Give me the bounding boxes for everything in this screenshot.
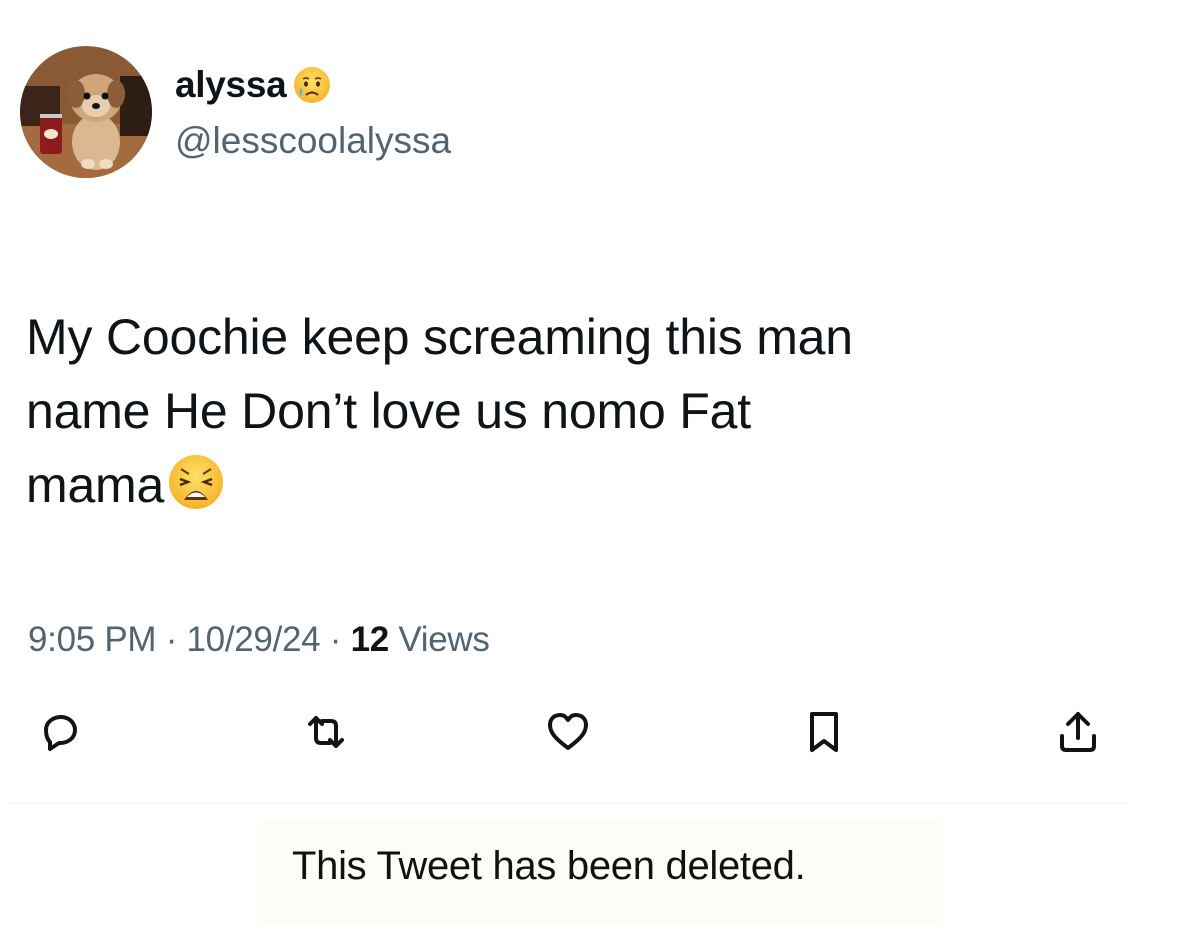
tweet-text-line: name He Don’t love us nomo Fat [26,383,751,439]
share-icon [1060,712,1096,752]
action-bar [0,700,1200,770]
tweet-time[interactable]: 9:05 PM [28,620,157,659]
views-count: 12 [350,620,390,659]
display-name[interactable]: alyssa [175,64,332,106]
display-name-text: alyssa [175,64,287,105]
views-label: Views [398,620,490,659]
tweet-text-line: My Coochie keep screaming this man [26,309,853,365]
tweet-text-line: mama [26,448,1196,522]
tweet-date[interactable]: 10/29/24 [186,620,320,659]
tweet-text-fragment: mama [26,457,165,513]
meta-separator: · [165,620,178,659]
retweet-button[interactable] [302,708,350,756]
bookmark-icon [810,712,838,752]
puppy-avatar-image [20,46,152,178]
avatar[interactable] [20,46,152,178]
heart-icon [548,713,588,750]
divider [8,803,1128,804]
weary-face-emoji-icon [166,452,226,512]
deleted-notice: This Tweet has been deleted. [292,844,806,888]
tweet-text: My Coochie keep screaming this man name … [26,300,1196,522]
share-button[interactable] [1054,708,1102,756]
user-handle[interactable]: @lesscoolalyssa [175,120,451,162]
bookmark-button[interactable] [800,708,848,756]
crying-face-emoji-icon [292,65,332,105]
meta-separator: · [329,620,342,659]
reply-icon [44,715,77,751]
retweet-icon [308,716,344,748]
reply-button[interactable] [36,708,84,756]
tweet-meta: 9:05 PM · 10/29/24 · 12 Views [28,620,490,660]
like-button[interactable] [544,708,592,756]
